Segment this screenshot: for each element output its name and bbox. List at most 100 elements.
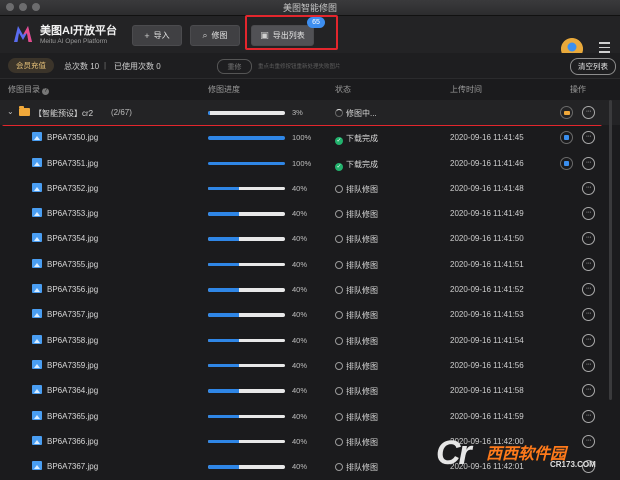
file-status: 排队修图 (335, 462, 378, 473)
download-icon[interactable] (560, 131, 573, 145)
clock-icon (335, 437, 343, 446)
download-icon[interactable] (560, 156, 573, 170)
file-name: BP6A7350.jpg (47, 133, 99, 143)
scrollbar[interactable] (609, 100, 612, 400)
total-count: 总次数 10 (64, 62, 100, 71)
window-titlebar: 美图智能修图 (0, 0, 620, 16)
folder-status-label: 修图中... (346, 109, 377, 118)
folder-row[interactable]: ⌄ 【智能预设】cr2 (2/67) 3% 修图中... ··· (0, 100, 620, 126)
watermark-logo: Cr (436, 434, 472, 472)
file-status-label: 排队修图 (346, 311, 378, 321)
file-status-label: 排队修图 (346, 336, 378, 346)
clear-list-button[interactable]: 清空列表 (570, 58, 616, 75)
clock-icon (335, 260, 343, 269)
file-progress-pct: 40% (292, 386, 308, 396)
more-options-icon[interactable]: ··· (582, 156, 595, 170)
column-header-dir-label: 修图目录 (8, 85, 40, 94)
check-circle-icon: ✓ (335, 162, 343, 171)
more-options-icon[interactable]: ··· (582, 358, 595, 372)
more-options-icon[interactable]: ··· (582, 308, 595, 322)
loading-spinner-icon (335, 109, 343, 117)
file-row[interactable]: BP6A7359.jpg 40% 排队修图 2020-09-16 11:41:5… (0, 353, 620, 378)
more-options-icon[interactable]: ··· (582, 283, 595, 297)
brand-name: 美图AI开放平台 (40, 25, 117, 37)
folder-progress-pct: 3% (292, 108, 303, 117)
file-status: 排队修图 (335, 336, 378, 347)
file-name: BP6A7354.jpg (47, 234, 99, 244)
file-status: 排队修图 (335, 209, 378, 220)
file-row[interactable]: BP6A7350.jpg 100% ✓ 下载完成 2020-09-16 11:41… (0, 125, 620, 150)
file-progress-fill (208, 439, 239, 444)
image-file-icon (32, 258, 42, 268)
folder-progress-bar (208, 111, 285, 115)
watermark-sub: CR173.COM (550, 460, 596, 469)
open-folder-icon[interactable] (560, 106, 573, 119)
file-progress-pct: 40% (292, 411, 308, 421)
file-progress-fill (208, 338, 239, 343)
file-progress-bar (208, 465, 285, 469)
more-options-icon[interactable]: ··· (582, 106, 595, 119)
retry-button[interactable]: 重修 (217, 59, 252, 74)
retouch-button[interactable]: ⌕ 修图 (190, 25, 240, 46)
vip-recharge-button[interactable]: 会员充值 (8, 58, 54, 73)
chevron-down-icon[interactable]: ⌄ (7, 107, 14, 116)
import-label: 导入 (153, 31, 170, 40)
file-progress-bar (208, 313, 285, 317)
file-progress-bar (208, 262, 285, 267)
file-progress-pct: 40% (292, 209, 308, 219)
file-progress-pct: 40% (292, 436, 308, 446)
file-row[interactable]: BP6A7358.jpg 40% 排队修图 2020-09-16 11:41:5… (0, 328, 620, 353)
file-progress-fill (208, 313, 239, 317)
column-header-status: 状态 (335, 85, 351, 94)
more-options-icon[interactable]: ··· (582, 384, 595, 398)
clock-icon (335, 361, 343, 370)
folder-icon (19, 106, 30, 116)
file-row[interactable]: BP6A7365.jpg 40% 排队修图 2020-09-16 11:41:5… (0, 404, 620, 429)
stats-separator: | (104, 61, 107, 70)
file-row[interactable]: BP6A7353.jpg 40% 排队修图 2020-09-16 11:41:4… (0, 201, 620, 226)
image-file-icon (32, 132, 42, 142)
clock-icon (335, 463, 343, 472)
file-row[interactable]: BP6A7351.jpg 100% ✓ 下载完成 2020-09-16 11:41… (0, 151, 620, 176)
file-name: BP6A7355.jpg (47, 259, 99, 269)
upload-time: 2020-09-16 11:41:45 (450, 133, 524, 143)
file-progress-bar (208, 161, 285, 166)
import-button[interactable]: + 导入 (132, 25, 182, 46)
more-options-icon[interactable]: ··· (582, 131, 595, 145)
folder-name: 【智能预设】cr2 (34, 109, 94, 118)
file-row[interactable]: BP6A7355.jpg 40% 排队修图 2020-09-16 11:41:5… (0, 252, 620, 277)
clock-icon (335, 184, 343, 193)
file-status: 排队修图 (335, 361, 378, 372)
file-row[interactable]: BP6A7356.jpg 40% 排队修图 2020-09-16 11:41:5… (0, 277, 620, 302)
more-options-icon[interactable]: ··· (582, 207, 595, 221)
file-name: BP6A7366.jpg (47, 436, 99, 446)
more-options-icon[interactable]: ··· (582, 333, 595, 347)
check-circle-icon: ✓ (335, 137, 343, 146)
more-options-icon[interactable]: ··· (582, 232, 595, 246)
file-name: BP6A7353.jpg (47, 209, 99, 219)
more-options-icon[interactable]: ··· (582, 181, 595, 195)
upload-time: 2020-09-16 11:41:52 (450, 285, 524, 295)
help-icon[interactable]: ? (42, 88, 50, 95)
file-row[interactable]: BP6A7352.jpg 40% 排队修图 2020-09-16 11:41:4… (0, 176, 620, 201)
more-options-icon[interactable]: ··· (582, 409, 595, 423)
file-status-label: 排队修图 (346, 387, 378, 397)
folder-count: (2/67) (111, 108, 132, 117)
clock-icon (335, 235, 343, 244)
file-name: BP6A7358.jpg (47, 335, 99, 345)
image-file-icon (32, 309, 42, 319)
clock-icon (335, 311, 343, 320)
file-progress-pct: 40% (292, 310, 308, 320)
file-progress-pct: 40% (292, 462, 308, 472)
file-name: BP6A7367.jpg (47, 462, 99, 472)
file-row[interactable]: BP6A7357.jpg 40% 排队修图 2020-09-16 11:41:5… (0, 302, 620, 327)
file-row[interactable]: BP6A7364.jpg 40% 排队修图 2020-09-16 11:41:5… (0, 378, 620, 403)
image-file-icon (32, 435, 42, 445)
image-file-icon (32, 208, 42, 218)
more-options-icon[interactable]: ··· (582, 257, 595, 271)
file-row[interactable]: BP6A7354.jpg 40% 排队修图 2020-09-16 11:41:5… (0, 226, 620, 251)
file-status: 排队修图 (335, 184, 378, 195)
file-status-label: 排队修图 (346, 210, 378, 220)
table-header: 修图目录 ? 修图进度 状态 上传时间 操作 (0, 79, 620, 99)
file-progress-bar (208, 212, 285, 216)
